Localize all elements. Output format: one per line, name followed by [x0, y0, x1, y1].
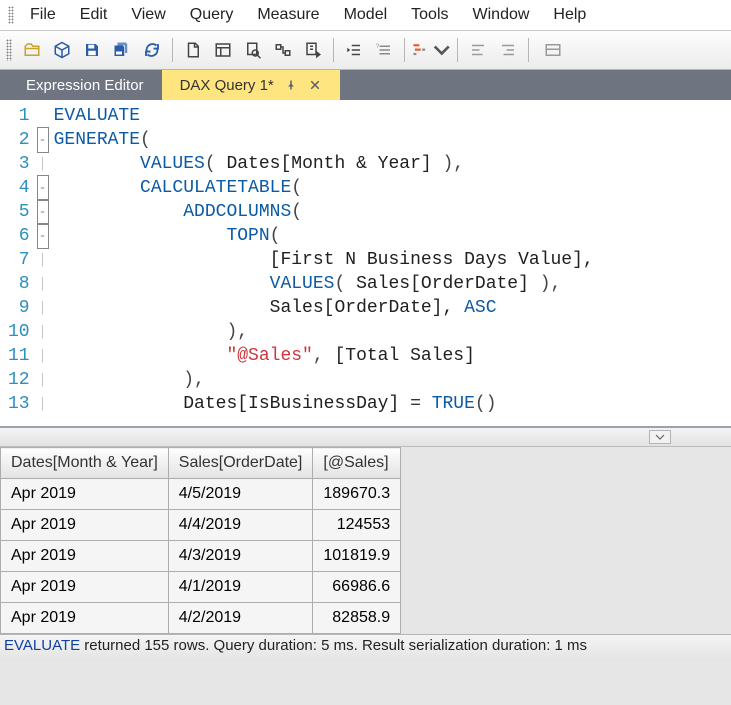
cell: Apr 2019 — [1, 541, 169, 572]
results-grid[interactable]: Dates[Month & Year]Sales[OrderDate][@Sal… — [0, 447, 731, 634]
table-row[interactable]: Apr 20194/4/2019124553 — [1, 510, 401, 541]
table-row[interactable]: Apr 20194/3/2019101819.9 — [1, 541, 401, 572]
menu-bar: FileEditViewQueryMeasureModelToolsWindow… — [0, 0, 731, 31]
cell: 4/3/2019 — [168, 541, 313, 572]
cell: 4/2/2019 — [168, 603, 313, 634]
tab-strip: Expression Editor DAX Query 1* — [0, 70, 731, 100]
table-row[interactable]: Apr 20194/1/201966986.6 — [1, 572, 401, 603]
fold-toggle[interactable]: - — [37, 127, 49, 153]
menu-edit[interactable]: Edit — [68, 2, 120, 28]
menu-window[interactable]: Window — [461, 2, 542, 28]
cell: 101819.9 — [313, 541, 401, 572]
status-bar: EVALUATE returned 155 rows. Query durati… — [0, 634, 731, 661]
cell: Apr 2019 — [1, 603, 169, 634]
save-all-button[interactable] — [108, 36, 136, 64]
fold-column: -│---│││││││ — [36, 100, 50, 420]
menu-tools[interactable]: Tools — [399, 2, 460, 28]
cell: 189670.3 — [313, 479, 401, 510]
line-number-gutter: 12345678910111213 — [0, 100, 36, 420]
status-keyword: EVALUATE — [4, 637, 80, 654]
menu-file[interactable]: File — [18, 2, 68, 28]
format-align-button[interactable] — [269, 36, 297, 64]
tab-expression-editor[interactable]: Expression Editor — [8, 70, 162, 100]
dim-panel-button[interactable] — [535, 36, 571, 64]
table-row[interactable]: Apr 20194/5/2019189670.3 — [1, 479, 401, 510]
save-button[interactable] — [78, 36, 106, 64]
cell: 82858.9 — [313, 603, 401, 634]
fold-toggle[interactable]: - — [37, 175, 49, 201]
svg-text:?: ? — [376, 44, 380, 50]
cell: 4/1/2019 — [168, 572, 313, 603]
cell: Apr 2019 — [1, 479, 169, 510]
pin-icon[interactable] — [284, 78, 298, 92]
toolbar: ? — [0, 31, 731, 70]
grip-icon — [8, 6, 14, 24]
results-grid-toolbar — [0, 428, 731, 447]
indent-button[interactable] — [340, 36, 368, 64]
column-header[interactable]: Sales[OrderDate] — [168, 448, 313, 479]
comment-button[interactable]: ? — [370, 36, 398, 64]
table-row[interactable]: Apr 20194/2/201982858.9 — [1, 603, 401, 634]
tab-label: Expression Editor — [26, 77, 144, 94]
column-header[interactable]: [@Sales] — [313, 448, 401, 479]
dim-layout-1-button[interactable] — [464, 36, 492, 64]
status-text: returned 155 rows. Query duration: 5 ms.… — [80, 637, 587, 654]
cell: 66986.6 — [313, 572, 401, 603]
refresh-button[interactable] — [138, 36, 166, 64]
open-folder-button[interactable] — [18, 36, 46, 64]
code-text[interactable]: EVALUATEGENERATE( VALUES( Dates[Month & … — [50, 100, 594, 420]
menu-model[interactable]: Model — [332, 2, 400, 28]
grid-options-dropdown[interactable] — [649, 430, 671, 444]
find-button[interactable] — [239, 36, 267, 64]
cell: 4/4/2019 — [168, 510, 313, 541]
cell: Apr 2019 — [1, 510, 169, 541]
filters-button[interactable] — [411, 36, 451, 64]
fold-toggle[interactable]: - — [37, 223, 49, 249]
panel-layout-button[interactable] — [209, 36, 237, 64]
column-header[interactable]: Dates[Month & Year] — [1, 448, 169, 479]
cube-button[interactable] — [48, 36, 76, 64]
tab-dax-query[interactable]: DAX Query 1* — [162, 70, 340, 100]
menu-query[interactable]: Query — [178, 2, 246, 28]
cell: 4/5/2019 — [168, 479, 313, 510]
cell: Apr 2019 — [1, 572, 169, 603]
grip-icon — [6, 39, 12, 61]
script-run-button[interactable] — [299, 36, 327, 64]
fold-toggle[interactable]: - — [37, 199, 49, 225]
menu-view[interactable]: View — [119, 2, 177, 28]
cell: 124553 — [313, 510, 401, 541]
tab-label: DAX Query 1* — [180, 77, 274, 94]
menu-help[interactable]: Help — [541, 2, 598, 28]
code-editor[interactable]: 12345678910111213 -│---│││││││ EVALUATEG… — [0, 100, 731, 428]
new-file-button[interactable] — [179, 36, 207, 64]
dim-layout-2-button[interactable] — [494, 36, 522, 64]
menu-measure[interactable]: Measure — [245, 2, 331, 28]
close-icon[interactable] — [308, 78, 322, 92]
